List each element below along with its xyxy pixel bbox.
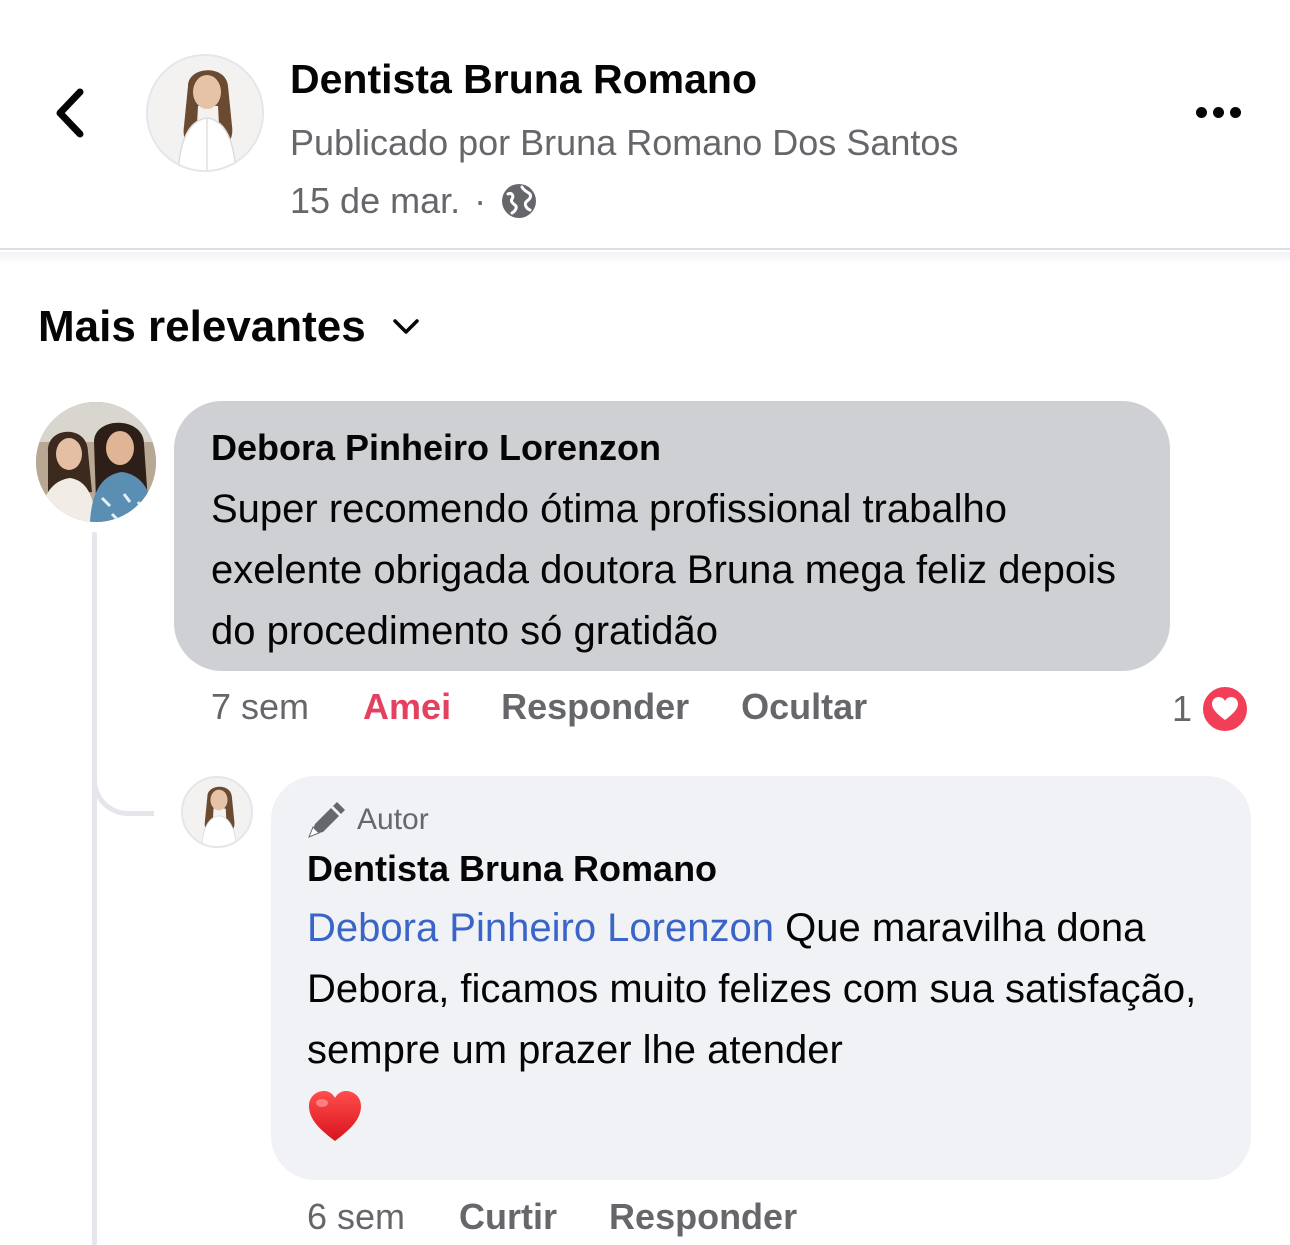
reply-to-reply-button[interactable]: Responder	[609, 1196, 797, 1238]
reply-button[interactable]: Responder	[501, 686, 689, 728]
reply-author[interactable]: Dentista Bruna Romano	[307, 846, 1215, 892]
comment-bubble[interactable]: Debora Pinheiro Lorenzon Super recomendo…	[174, 401, 1170, 671]
reply-bubble[interactable]: Autor Dentista Bruna Romano Debora Pinhe…	[271, 776, 1251, 1180]
thread-connector	[92, 700, 154, 816]
hide-button[interactable]: Ocultar	[741, 686, 867, 728]
reaction-summary[interactable]: 1	[1172, 684, 1251, 734]
back-button[interactable]	[40, 78, 100, 148]
reply-actions: 6 sem Curtir Responder	[307, 1196, 797, 1238]
header-divider	[0, 252, 1290, 264]
chevron-down-icon	[392, 318, 420, 336]
pen-icon	[308, 802, 345, 838]
post-meta: 15 de mar. ·	[290, 180, 538, 222]
reply-author-avatar[interactable]	[181, 776, 253, 848]
comment-actions: 7 sem Amei Responder Ocultar	[211, 686, 867, 728]
more-options-button[interactable]	[1188, 92, 1248, 132]
comment-time[interactable]: 7 sem	[211, 686, 309, 728]
author-badge: Autor	[307, 800, 1215, 840]
chevron-left-icon	[56, 88, 84, 138]
mention-link[interactable]: Debora Pinheiro Lorenzon	[307, 906, 774, 950]
page-avatar[interactable]	[146, 54, 264, 172]
heart-icon	[1200, 684, 1251, 734]
like-button[interactable]: Curtir	[459, 1196, 557, 1238]
comment-author[interactable]: Debora Pinheiro Lorenzon	[211, 425, 1134, 471]
published-by-text: Publicado por Bruna Romano Dos Santos	[290, 122, 959, 163]
author-badge-label: Autor	[357, 803, 429, 836]
post-date[interactable]: 15 de mar.	[290, 180, 460, 222]
sort-comments-dropdown[interactable]: Mais relevantes	[38, 302, 420, 352]
meta-separator: ·	[474, 180, 487, 221]
red-heart-emoji	[307, 1089, 363, 1145]
page-name[interactable]: Dentista Bruna Romano	[290, 56, 757, 103]
reply-time[interactable]: 6 sem	[307, 1196, 405, 1238]
sort-label: Mais relevantes	[38, 302, 366, 351]
comment-text: Super recomendo ótima profissional traba…	[211, 487, 1117, 653]
react-button[interactable]: Amei	[363, 686, 451, 728]
commenter-avatar[interactable]	[36, 402, 156, 522]
reply-text: Debora Pinheiro Lorenzon Que maravilha d…	[307, 898, 1215, 1081]
more-horizontal-icon	[1195, 106, 1207, 118]
reaction-count: 1	[1172, 688, 1193, 729]
globe-icon	[502, 184, 537, 218]
thread-line	[92, 532, 97, 1245]
post-header: Dentista Bruna Romano Publicado por Brun…	[0, 0, 1290, 250]
